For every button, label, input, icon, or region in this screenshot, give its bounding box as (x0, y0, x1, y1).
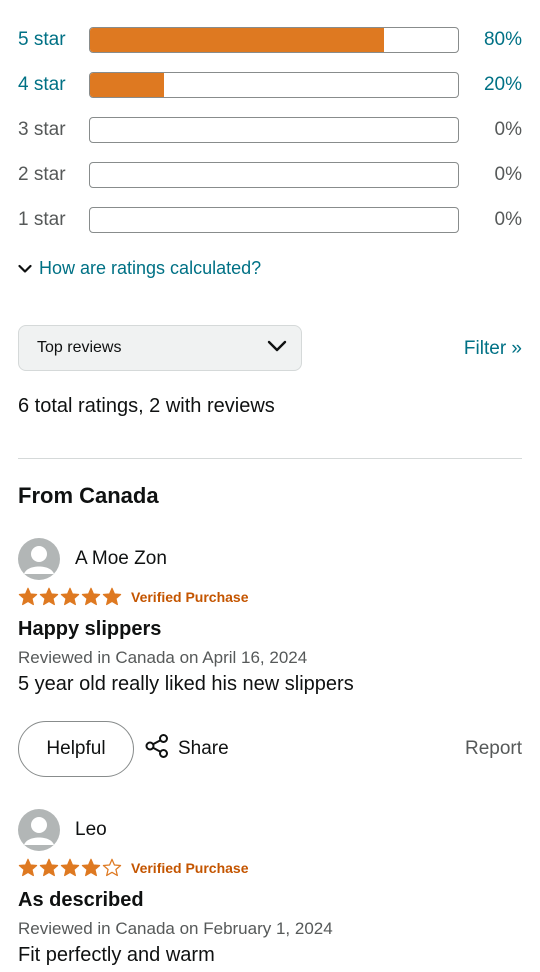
divider (18, 458, 522, 459)
histogram-row-2: 2 star 0% (18, 162, 522, 188)
star-filled-icon (60, 587, 80, 606)
star-filled-icon (39, 587, 59, 606)
verified-purchase-badge: Verified Purchase (131, 860, 249, 876)
share-label: Share (178, 738, 229, 759)
histogram-bar (89, 207, 459, 233)
verified-purchase-badge: Verified Purchase (131, 589, 249, 605)
star-filled-icon (18, 587, 38, 606)
histogram-row-5[interactable]: 5 star 80% (18, 27, 522, 53)
star-filled-icon (18, 858, 38, 877)
review-title: Happy slippers (18, 618, 162, 640)
histogram-percent: 0% (494, 119, 522, 140)
user-avatar-icon (18, 538, 60, 580)
review-item: A Moe Zon Verified Purchase Happy slippe… (18, 538, 522, 696)
sort-reviews-select[interactable]: Top reviews (18, 325, 302, 371)
histogram-bar[interactable] (89, 72, 459, 98)
histogram-label[interactable]: 5 star (18, 29, 89, 51)
histogram-bar (89, 117, 459, 143)
histogram-percent: 0% (494, 164, 522, 185)
star-rating (18, 858, 123, 878)
histogram-label: 3 star (18, 119, 66, 140)
histogram-bar-fill (90, 28, 385, 52)
review-date: Reviewed in Canada on April 16, 2024 (18, 648, 308, 667)
histogram-percent: 0% (494, 209, 522, 230)
histogram-label: 2 star (18, 164, 66, 185)
star-empty-icon (102, 858, 122, 877)
chevron-down-icon (267, 339, 287, 358)
reviewer-profile[interactable]: A Moe Zon (18, 538, 522, 580)
review-item: Leo Verified Purchase As described Revie… (18, 809, 522, 967)
star-filled-icon (102, 587, 122, 606)
histogram-bar-fill (90, 73, 164, 97)
histogram-label[interactable]: 4 star (18, 74, 89, 96)
star-filled-icon (81, 858, 101, 877)
histogram-bar[interactable] (89, 27, 459, 53)
section-title: From Canada (18, 483, 159, 508)
review-date: Reviewed in Canada on February 1, 2024 (18, 919, 333, 938)
histogram-percent[interactable]: 20% (459, 74, 522, 96)
review-rating[interactable]: Verified Purchase (18, 856, 522, 880)
share-button[interactable]: Share (144, 733, 229, 765)
total-ratings-text: 6 total ratings, 2 with reviews (18, 395, 275, 417)
reviewer-profile[interactable]: Leo (18, 809, 522, 851)
ratings-calculation-link[interactable]: How are ratings calculated? (18, 258, 261, 279)
histogram-percent[interactable]: 80% (459, 29, 522, 51)
report-link[interactable]: Report (465, 738, 522, 760)
review-title: As described (18, 889, 144, 911)
chevron-down-icon (18, 258, 39, 279)
review-rating[interactable]: Verified Purchase (18, 585, 522, 609)
histogram-row-1: 1 star 0% (18, 207, 522, 233)
histogram-row-3: 3 star 0% (18, 117, 522, 143)
histogram-bar (89, 162, 459, 188)
star-rating (18, 587, 123, 607)
review-actions: Helpful Share Report (18, 721, 522, 777)
share-icon (144, 733, 178, 765)
review-body: Fit perfectly and warm (18, 944, 215, 966)
star-filled-icon (39, 858, 59, 877)
ratings-calculation-label: How are ratings calculated? (39, 258, 262, 278)
review-body: 5 year old really liked his new slippers (18, 673, 354, 695)
reviewer-name: Leo (75, 819, 107, 840)
star-filled-icon (81, 587, 101, 606)
reviewer-name: A Moe Zon (75, 548, 167, 569)
helpful-button[interactable]: Helpful (18, 721, 134, 777)
histogram-label: 1 star (18, 209, 66, 230)
star-filled-icon (60, 858, 80, 877)
sort-selected-value: Top reviews (37, 339, 122, 356)
histogram-row-4[interactable]: 4 star 20% (18, 72, 522, 98)
user-avatar-icon (18, 809, 60, 851)
filter-link[interactable]: Filter » (464, 338, 522, 360)
